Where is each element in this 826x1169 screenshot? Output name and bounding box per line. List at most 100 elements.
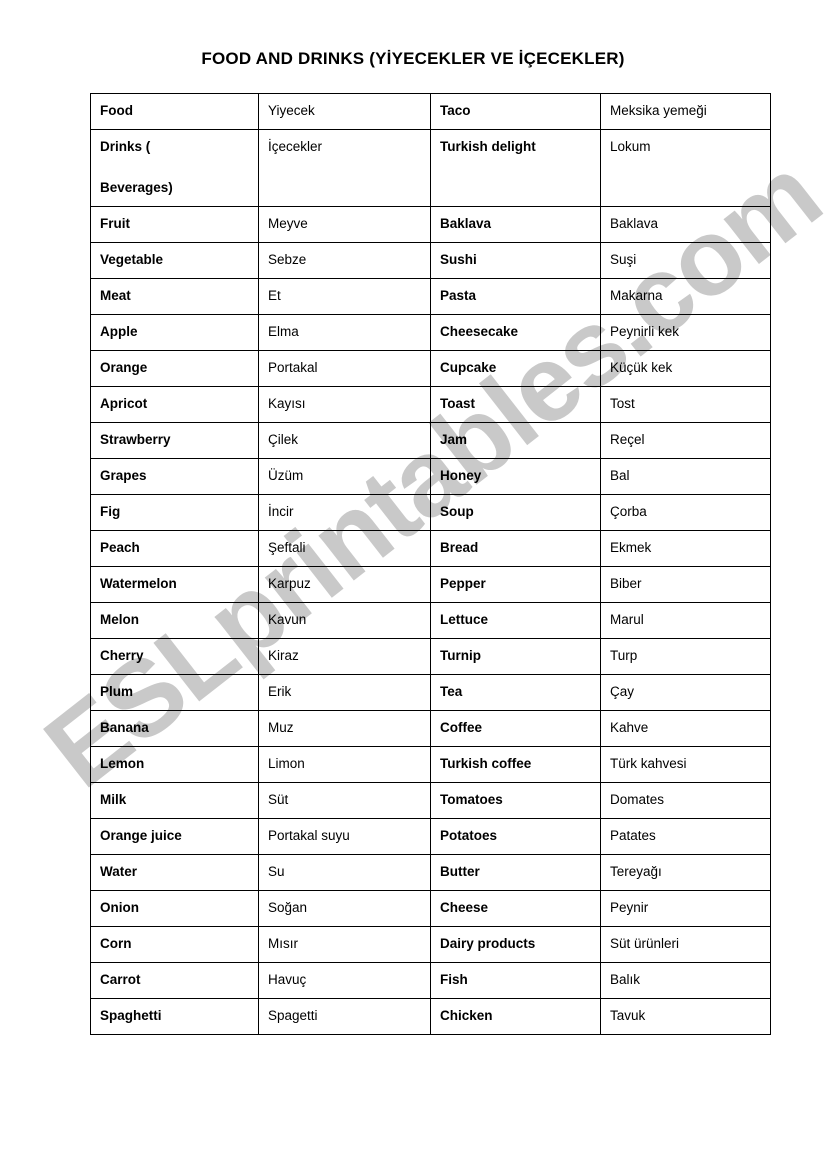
cell-turkish-left: Çilek	[258, 421, 431, 459]
cell-english-left: Banana	[90, 709, 259, 747]
table-row: Fig İncir Soup Çorba	[90, 493, 771, 531]
cell-turkish-right: Lokum	[600, 129, 771, 207]
cell-english-left: Apple	[90, 313, 259, 351]
cell-turkish-left: Kavun	[258, 601, 431, 639]
table-row: Water Su Butter Tereyağı	[90, 853, 771, 891]
table-row: Peach Şeftali Bread Ekmek	[90, 529, 771, 567]
cell-turkish-right: Turp	[600, 637, 771, 675]
cell-english-left: Orange juice	[90, 817, 259, 855]
cell-turkish-right: Marul	[600, 601, 771, 639]
table-row: Apricot Kayısı Toast Tost	[90, 385, 771, 423]
cell-turkish-left: Elma	[258, 313, 431, 351]
cell-turkish-right: Tost	[600, 385, 771, 423]
cell-turkish-left: Meyve	[258, 205, 431, 243]
cell-english-left: Fig	[90, 493, 259, 531]
cell-english-left: Lemon	[90, 745, 259, 783]
cell-english-right: Lettuce	[430, 601, 601, 639]
table-row: Corn Mısır Dairy products Süt ürünleri	[90, 925, 771, 963]
cell-english-left: Spaghetti	[90, 997, 259, 1035]
cell-turkish-left: Mısır	[258, 925, 431, 963]
table-row: Fruit Meyve Baklava Baklava	[90, 205, 771, 243]
cell-turkish-right: Bal	[600, 457, 771, 495]
cell-english-left: Milk	[90, 781, 259, 819]
cell-english-right: Soup	[430, 493, 601, 531]
vocabulary-table: Food Yiyecek Taco Meksika yemeği Drinks (Bev…	[90, 93, 771, 1035]
page-title: FOOD AND DRINKS (YİYECEKLER VE İÇECEKLER…	[201, 49, 625, 68]
cell-english-left: Watermelon	[90, 565, 259, 603]
table-row: Apple Elma Cheesecake Peynirli kek	[90, 313, 771, 351]
table-row: Lemon Limon Turkish coffee Türk kahvesi	[90, 745, 771, 783]
cell-english-right: Honey	[430, 457, 601, 495]
worksheet-page: ESLprintables.com FOOD AND DRINKS (YİYEC…	[0, 0, 826, 1169]
table-row: Plum Erik Tea Çay	[90, 673, 771, 711]
cell-english-left: Plum	[90, 673, 259, 711]
cell-english-right: Dairy products	[430, 925, 601, 963]
table-row: Strawberry Çilek Jam Reçel	[90, 421, 771, 459]
cell-english-left: Onion	[90, 889, 259, 927]
cell-english-right: Coffee	[430, 709, 601, 747]
table-row: Orange juice Portakal suyu Potatoes Patates	[90, 817, 771, 855]
cell-turkish-left: Muz	[258, 709, 431, 747]
table-row: Cherry Kiraz Turnip Turp	[90, 637, 771, 675]
cell-english-right: Chicken	[430, 997, 601, 1035]
table-row: Watermelon Karpuz Pepper Biber	[90, 565, 771, 603]
cell-english-right: Tea	[430, 673, 601, 711]
cell-turkish-left: Sebze	[258, 241, 431, 279]
cell-english-right: Turkish coffee	[430, 745, 601, 783]
cell-turkish-right: Makarna	[600, 277, 771, 315]
cell-turkish-right: Kahve	[600, 709, 771, 747]
cell-turkish-right: Tereyağı	[600, 853, 771, 891]
table-row: Banana Muz Coffee Kahve	[90, 709, 771, 747]
cell-turkish-right: Peynir	[600, 889, 771, 927]
cell-english-left: Grapes	[90, 457, 259, 495]
cell-english-right: Cheesecake	[430, 313, 601, 351]
table-row: Meat Et Pasta Makarna	[90, 277, 771, 315]
cell-english-right: Taco	[430, 93, 601, 130]
cell-english-right: Cupcake	[430, 349, 601, 387]
cell-turkish-left: Erik	[258, 673, 431, 711]
cell-turkish-right: Suşi	[600, 241, 771, 279]
cell-turkish-right: Tavuk	[600, 997, 771, 1035]
cell-turkish-left: Karpuz	[258, 565, 431, 603]
cell-turkish-right: Ekmek	[600, 529, 771, 567]
table-row: Spaghetti Spagetti Chicken Tavuk	[90, 997, 771, 1035]
cell-turkish-left: Soğan	[258, 889, 431, 927]
cell-turkish-left: Havuç	[258, 961, 431, 999]
cell-turkish-left: Spagetti	[258, 997, 431, 1035]
cell-turkish-right: Meksika yemeği	[600, 93, 771, 130]
table-row: Carrot Havuç Fish Balık	[90, 961, 771, 999]
cell-english-right: Potatoes	[430, 817, 601, 855]
table-row: Orange Portakal Cupcake Küçük kek	[90, 349, 771, 387]
cell-english-right: Pasta	[430, 277, 601, 315]
cell-english-right: Turnip	[430, 637, 601, 675]
cell-turkish-right: Baklava	[600, 205, 771, 243]
table-row: Food Yiyecek Taco Meksika yemeği	[90, 93, 771, 130]
cell-turkish-left: Kayısı	[258, 385, 431, 423]
cell-english-right: Bread	[430, 529, 601, 567]
cell-turkish-right: Süt ürünleri	[600, 925, 771, 963]
cell-english-left-line2: Beverages)	[100, 179, 173, 195]
cell-turkish-right: Biber	[600, 565, 771, 603]
cell-turkish-left: Yiyecek	[258, 93, 431, 130]
cell-english-right: Pepper	[430, 565, 601, 603]
cell-turkish-right: Reçel	[600, 421, 771, 459]
cell-turkish-left: Portakal	[258, 349, 431, 387]
vocabulary-table-container: Food Yiyecek Taco Meksika yemeği Drinks (Bev…	[90, 93, 771, 1035]
cell-english-right: Sushi	[430, 241, 601, 279]
cell-turkish-left: İçecekler	[258, 129, 431, 207]
cell-english-right: Turkish delight	[430, 129, 601, 207]
cell-english-left: Peach	[90, 529, 259, 567]
cell-english-left: Apricot	[90, 385, 259, 423]
cell-english-right: Tomatoes	[430, 781, 601, 819]
cell-turkish-left: İncir	[258, 493, 431, 531]
cell-turkish-left: Et	[258, 277, 431, 315]
cell-turkish-left: Süt	[258, 781, 431, 819]
cell-english-left: Corn	[90, 925, 259, 963]
cell-turkish-right: Domates	[600, 781, 771, 819]
cell-turkish-right: Patates	[600, 817, 771, 855]
cell-english-left: Drinks (Beverages)	[90, 129, 259, 207]
cell-turkish-left: Şeftali	[258, 529, 431, 567]
cell-english-left: Cherry	[90, 637, 259, 675]
cell-turkish-left: Limon	[258, 745, 431, 783]
cell-english-right: Butter	[430, 853, 601, 891]
